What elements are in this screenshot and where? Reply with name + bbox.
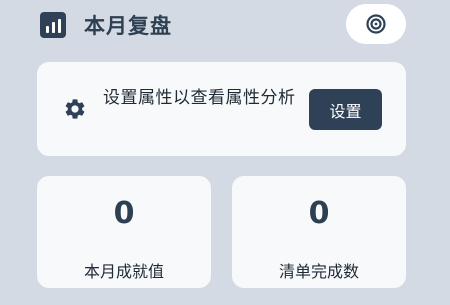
bar-chart-icon xyxy=(40,12,66,38)
page-title: 本月复盘 xyxy=(84,14,172,38)
settings-button[interactable]: 设置 xyxy=(309,89,382,130)
target-button[interactable] xyxy=(346,4,406,44)
checklist-stat-card[interactable]: 0 清单完成数 xyxy=(232,176,406,288)
gear-icon xyxy=(65,99,85,119)
achievement-value: 0 xyxy=(113,196,135,231)
achievement-label: 本月成就值 xyxy=(83,262,164,281)
checklist-value: 0 xyxy=(308,196,330,231)
attribute-prompt-text: 设置属性以查看属性分析 xyxy=(103,88,296,108)
target-icon xyxy=(366,14,386,34)
achievement-stat-card[interactable]: 0 本月成就值 xyxy=(37,176,211,288)
attribute-prompt-card: 设置属性以查看属性分析 设置 xyxy=(37,62,406,156)
checklist-label: 清单完成数 xyxy=(278,262,359,281)
